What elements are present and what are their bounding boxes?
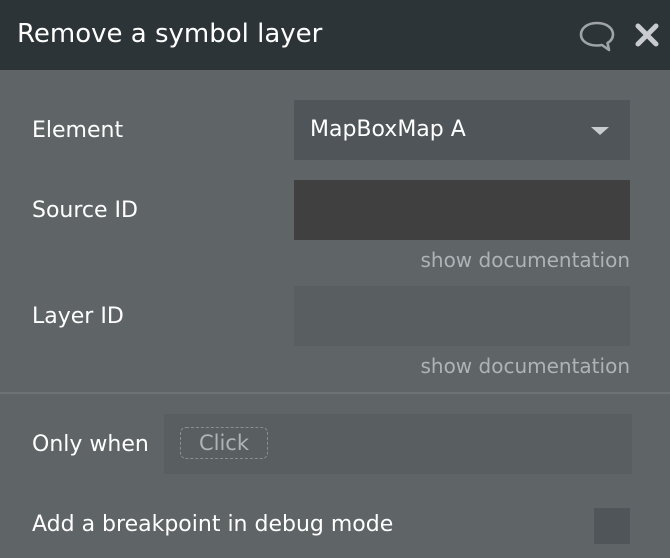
layer-id-show-documentation-link[interactable]: show documentation <box>420 352 630 380</box>
element-dropdown-value: MapBoxMap A <box>310 117 466 142</box>
only-when-condition-input[interactable]: Click <box>164 414 632 474</box>
breakpoint-checkbox[interactable] <box>594 508 630 544</box>
panel-header: Remove a symbol layer MapBox <box>0 0 670 70</box>
layer-id-input[interactable] <box>294 286 630 346</box>
breakpoint-label: Add a breakpoint in debug mode <box>32 512 394 537</box>
only-when-label: Only when <box>32 432 149 457</box>
element-label: Element <box>32 118 124 143</box>
chevron-down-icon <box>591 127 609 135</box>
source-id-input[interactable] <box>294 180 630 240</box>
source-id-show-documentation-link[interactable]: show documentation <box>420 246 630 274</box>
click-placeholder-pill[interactable]: Click <box>180 427 268 459</box>
element-dropdown[interactable]: MapBoxMap A <box>294 100 630 160</box>
speech-bubble-icon[interactable] <box>578 20 616 54</box>
panel-title: Remove a symbol layer MapBox <box>17 19 333 49</box>
section-divider <box>0 392 670 394</box>
action-panel: Remove a symbol layer MapBox Element Map… <box>0 0 670 558</box>
layer-id-label: Layer ID <box>32 304 124 329</box>
source-id-label: Source ID <box>32 198 138 223</box>
close-icon[interactable] <box>634 22 660 48</box>
